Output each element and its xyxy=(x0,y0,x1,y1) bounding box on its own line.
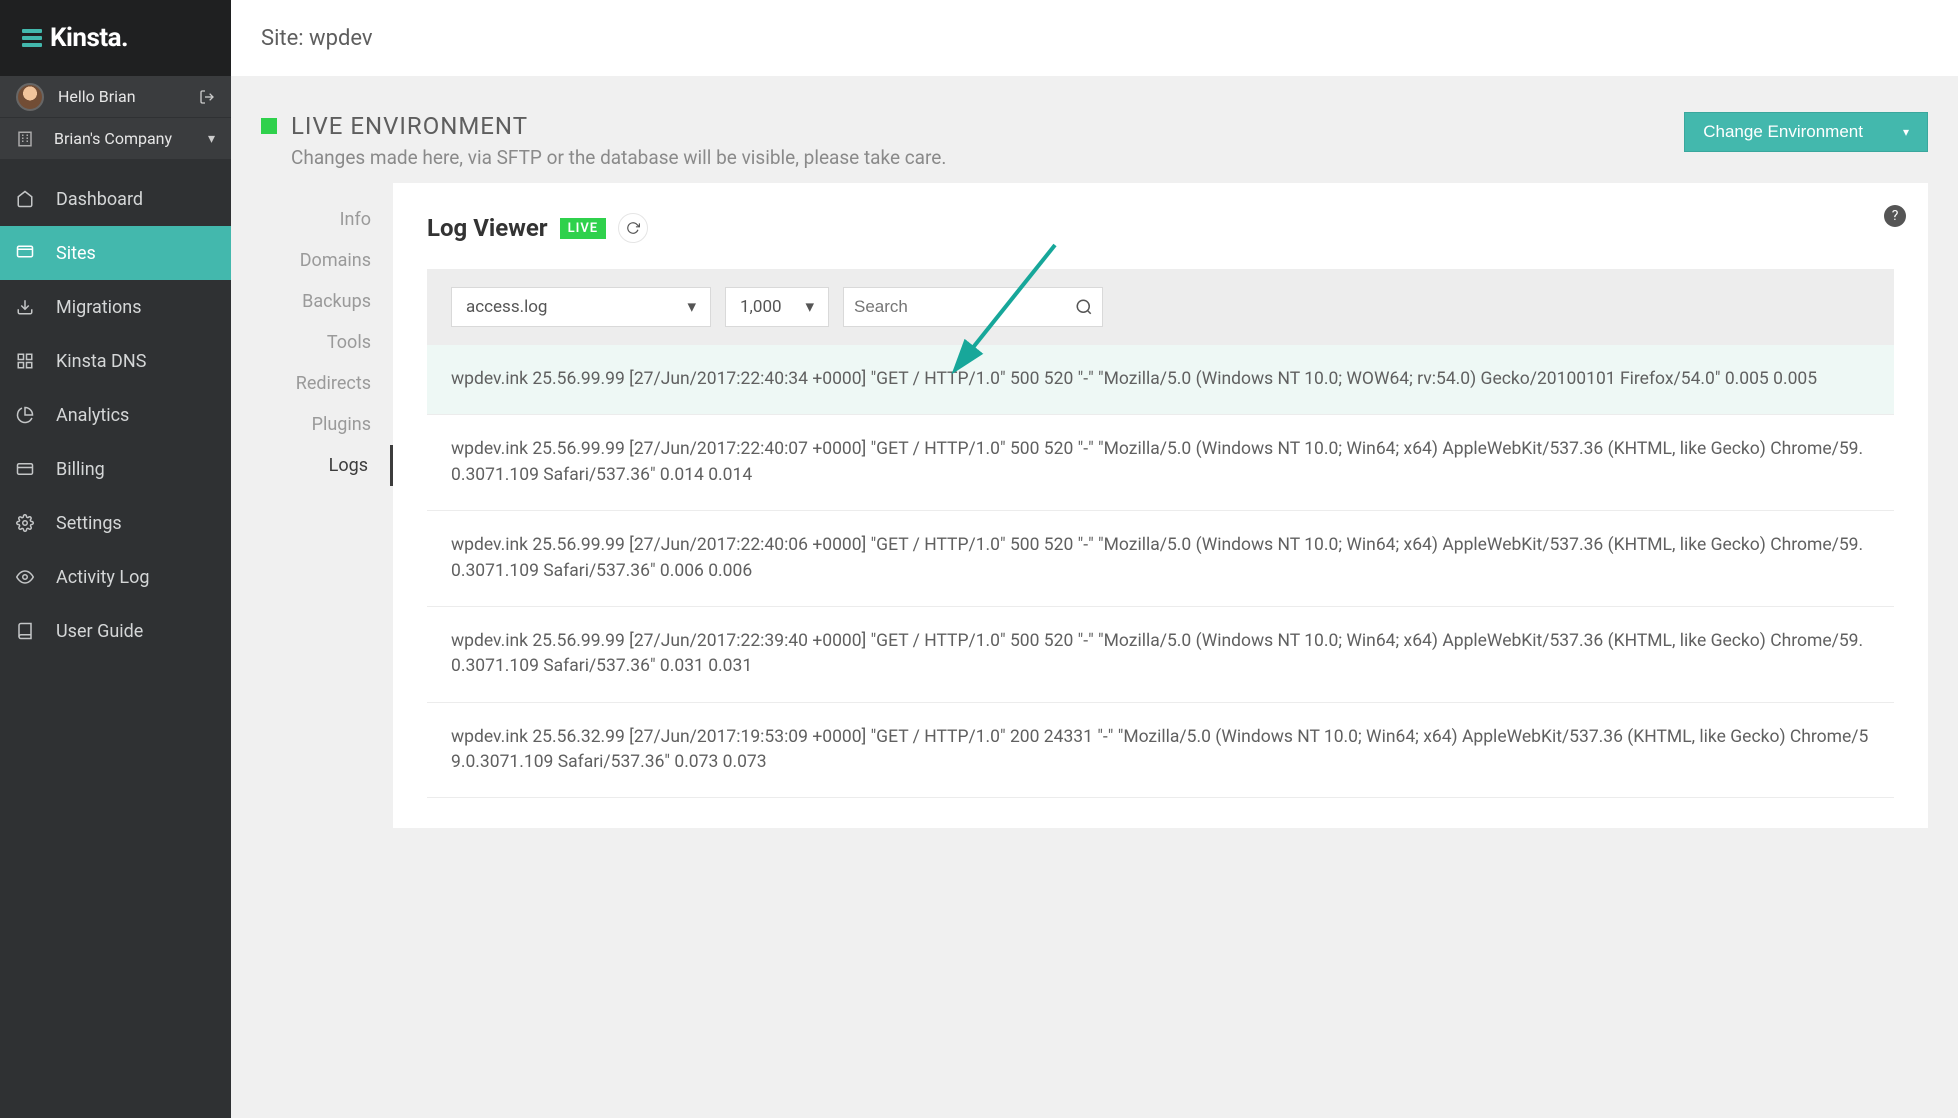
nav-billing[interactable]: Billing xyxy=(0,442,231,496)
env-status-indicator xyxy=(261,118,277,134)
nav-label: Activity Log xyxy=(56,567,149,588)
refresh-button[interactable] xyxy=(618,213,648,243)
subnav-tools[interactable]: Tools xyxy=(261,322,393,363)
nav-label: Billing xyxy=(56,459,105,480)
nav-label: Dashboard xyxy=(56,189,143,210)
nav-activity[interactable]: Activity Log xyxy=(0,550,231,604)
chevron-down-icon: ▾ xyxy=(208,131,215,147)
log-toolbar: access.log ▾ 1,000 ▾ xyxy=(427,269,1894,345)
chevron-down-icon: ▾ xyxy=(805,297,814,317)
chevron-down-icon: ▾ xyxy=(1903,125,1909,139)
nav-label: Sites xyxy=(56,243,96,264)
env-title: LIVE ENVIRONMENT xyxy=(291,112,528,140)
grid-icon xyxy=(16,352,36,370)
primary-nav: Dashboard Sites Migrations Kinsta DNS An… xyxy=(0,160,231,658)
nav-label: User Guide xyxy=(56,621,143,642)
change-environment-button[interactable]: Change Environment ▾ xyxy=(1684,112,1928,152)
log-search-wrap xyxy=(843,287,1103,327)
brand-name: Kinsta. xyxy=(50,23,128,53)
building-icon xyxy=(16,130,34,148)
env-subtitle: Changes made here, via SFTP or the datab… xyxy=(291,146,946,169)
subnav-plugins[interactable]: Plugins xyxy=(261,404,393,445)
log-limit-value: 1,000 xyxy=(740,297,791,317)
log-entry[interactable]: wpdev.ink 25.56.99.99 [27/Jun/2017:22:40… xyxy=(427,415,1894,511)
help-button[interactable]: ? xyxy=(1884,205,1906,227)
panel-title: Log Viewer xyxy=(427,214,548,242)
pie-icon xyxy=(16,406,36,424)
nav-label: Kinsta DNS xyxy=(56,351,146,372)
sidebar: Kinsta. Hello Brian Brian's Company ▾ Da… xyxy=(0,0,231,1118)
log-entry[interactable]: wpdev.ink 25.56.99.99 [27/Jun/2017:22:40… xyxy=(427,345,1894,415)
gear-icon xyxy=(16,514,36,532)
brand-logo[interactable]: Kinsta. xyxy=(0,0,231,76)
main: Site: wpdev LIVE ENVIRONMENT Changes mad… xyxy=(231,0,1958,1118)
log-entry[interactable]: wpdev.ink 25.56.99.99 [27/Jun/2017:22:39… xyxy=(427,607,1894,703)
brand-icon xyxy=(20,26,44,50)
search-icon[interactable] xyxy=(1075,298,1093,316)
log-entry[interactable]: wpdev.ink 25.56.99.99 [27/Jun/2017:22:40… xyxy=(427,511,1894,607)
nav-migrations[interactable]: Migrations xyxy=(0,280,231,334)
chevron-down-icon: ▾ xyxy=(687,297,696,317)
site-label: Site: wpdev xyxy=(261,26,373,51)
subnav-domains[interactable]: Domains xyxy=(261,240,393,281)
nav-settings[interactable]: Settings xyxy=(0,496,231,550)
log-file-value: access.log xyxy=(466,297,673,317)
nav-label: Analytics xyxy=(56,405,129,426)
log-panel: ? Log Viewer LIVE access.log ▾ xyxy=(393,183,1928,828)
avatar xyxy=(16,83,44,111)
home-icon xyxy=(16,190,36,208)
live-badge: LIVE xyxy=(560,218,607,239)
site-subnav: Info Domains Backups Tools Redirects Plu… xyxy=(261,183,393,828)
nav-dashboard[interactable]: Dashboard xyxy=(0,172,231,226)
nav-label: Migrations xyxy=(56,297,142,318)
topbar: Site: wpdev xyxy=(231,0,1958,76)
log-search-input[interactable] xyxy=(854,297,1075,317)
user-row[interactable]: Hello Brian xyxy=(0,76,231,118)
change-env-label: Change Environment xyxy=(1703,122,1863,142)
company-name: Brian's Company xyxy=(54,129,172,148)
monitor-icon xyxy=(16,244,36,262)
subnav-info[interactable]: Info xyxy=(261,199,393,240)
log-entry[interactable]: wpdev.ink 25.56.32.99 [27/Jun/2017:19:53… xyxy=(427,703,1894,799)
nav-dns[interactable]: Kinsta DNS xyxy=(0,334,231,388)
nav-guide[interactable]: User Guide xyxy=(0,604,231,658)
company-row[interactable]: Brian's Company ▾ xyxy=(0,118,231,160)
card-icon xyxy=(16,460,36,478)
eye-icon xyxy=(16,568,36,586)
log-list: wpdev.ink 25.56.99.99 [27/Jun/2017:22:40… xyxy=(427,345,1894,798)
nav-label: Settings xyxy=(56,513,122,534)
logout-icon[interactable] xyxy=(199,89,215,105)
user-greeting: Hello Brian xyxy=(58,87,136,106)
subnav-backups[interactable]: Backups xyxy=(261,281,393,322)
subnav-redirects[interactable]: Redirects xyxy=(261,363,393,404)
download-icon xyxy=(16,298,36,316)
log-limit-select[interactable]: 1,000 ▾ xyxy=(725,287,829,327)
subnav-logs[interactable]: Logs xyxy=(261,445,393,486)
log-file-select[interactable]: access.log ▾ xyxy=(451,287,711,327)
nav-analytics[interactable]: Analytics xyxy=(0,388,231,442)
nav-sites[interactable]: Sites xyxy=(0,226,231,280)
env-header: LIVE ENVIRONMENT Changes made here, via … xyxy=(261,112,1928,169)
book-icon xyxy=(16,622,36,640)
